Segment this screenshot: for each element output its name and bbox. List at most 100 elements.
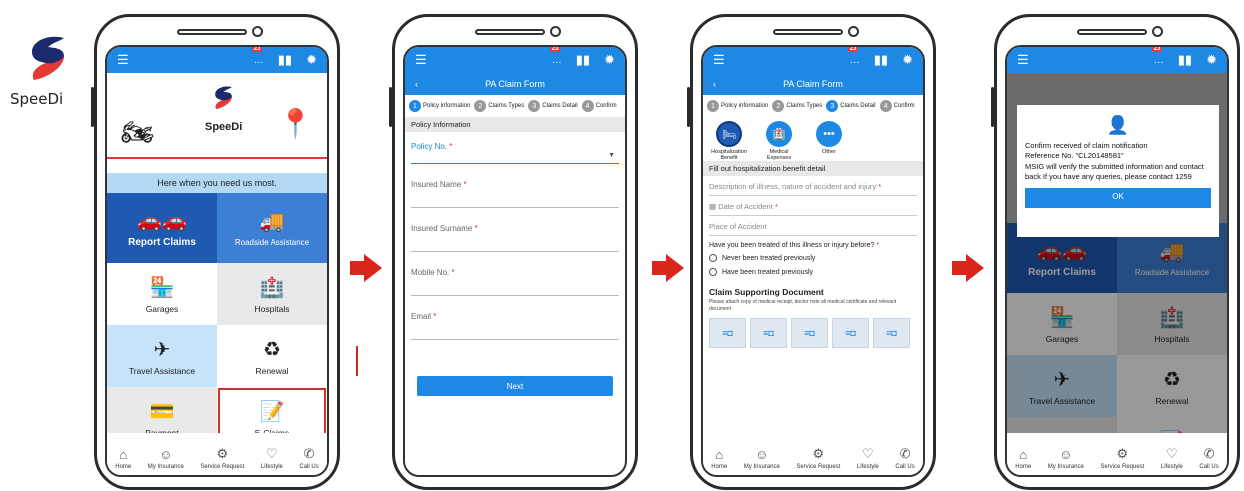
menu-icon[interactable]: ☰: [117, 52, 129, 68]
service-icon: ⚙: [812, 446, 825, 461]
tow-truck-icon: 🚚: [259, 211, 285, 233]
insurance-icon: ☺: [755, 447, 769, 462]
hospitals-button[interactable]: 🏥 Hospitals: [217, 263, 327, 325]
step-confirm: 4 Confirm: [581, 100, 617, 112]
book-icon[interactable]: ▮▮: [576, 52, 590, 68]
chevron-down-icon: ▼: [608, 152, 615, 159]
airplane-icon: ✈: [153, 338, 171, 361]
description-field[interactable]: Description of illness, nature of accide…: [709, 176, 917, 196]
travel-assistance-button[interactable]: ✈ Travel Assistance: [107, 325, 217, 387]
place-of-accident-field[interactable]: Place of Accident: [709, 216, 917, 236]
treatment-question: Have you been treated of this illness or…: [709, 242, 880, 249]
notification-icon[interactable]: … 23: [847, 47, 860, 66]
menu-icon[interactable]: ☰: [1017, 52, 1029, 68]
motorbike-icon: 🏍: [121, 117, 155, 147]
insurance-icon: ☺: [1059, 447, 1073, 462]
book-icon[interactable]: ▮▮: [874, 52, 888, 68]
nav-call-us[interactable]: ✆ Call Us: [299, 446, 318, 470]
garage-icon: 🏪: [1049, 306, 1075, 329]
nav-my-insurance[interactable]: ☺ My Insurance: [148, 447, 184, 470]
phone-notch: [167, 23, 267, 41]
form-header: ‹ PA Claim Form: [405, 73, 625, 95]
calendar-icon: ▦: [709, 202, 717, 211]
stepper: 1 Policy information 2 Claims Types 3 Claim…: [703, 95, 923, 117]
nav-call-us[interactable]: ✆ Call Us: [1199, 446, 1218, 470]
service-icon: ⚙: [216, 446, 229, 461]
form-title: PA Claim Form: [783, 79, 843, 89]
menu-icon[interactable]: ☰: [415, 52, 427, 68]
phone-icon: ✆: [303, 446, 315, 461]
supporting-doc-title: Claim Supporting Document: [709, 287, 824, 297]
gear-icon[interactable]: ✹: [306, 52, 317, 68]
stepper: 1 Policy information 2 Claims Types 3 Claim…: [405, 95, 625, 117]
never-treated-radio[interactable]: Never been treated previously: [703, 251, 923, 265]
camera-icon[interactable]: ≡◘: [709, 318, 746, 348]
gear-icon[interactable]: ✹: [1206, 52, 1217, 68]
nav-service-request[interactable]: ⚙ Service Request: [1100, 446, 1144, 470]
section-header: Fill out hospitalization benefit detail: [703, 161, 923, 176]
nav-home[interactable]: ⌂ Home: [115, 447, 131, 470]
mobile-no-field[interactable]: Mobile No. *: [411, 252, 619, 296]
nav-lifestyle[interactable]: ♡ Lifestyle: [857, 446, 879, 470]
gear-icon[interactable]: ✹: [604, 52, 615, 68]
nav-service-request[interactable]: ⚙ Service Request: [200, 446, 244, 470]
report-claims-button[interactable]: 🚗🚗 Report Claims: [107, 193, 217, 263]
nav-lifestyle[interactable]: ♡ Lifestyle: [1161, 446, 1183, 470]
camera-icon[interactable]: ≡◘: [873, 318, 910, 348]
policy-no-select[interactable]: Policy No. * ▼: [411, 132, 619, 164]
insured-surname-field[interactable]: Insured Surname *: [411, 208, 619, 252]
phone-claim-detail: ☰ … 23 ▮▮ ✹ ‹ PA Claim Form 1 Policy infor…: [687, 14, 936, 490]
garages-button[interactable]: 🏪 Garages: [1007, 293, 1117, 355]
notification-icon[interactable]: … 23: [1151, 47, 1164, 66]
treated-radio[interactable]: Have been treated previously: [703, 265, 923, 279]
camera-icon[interactable]: ≡◘: [832, 318, 869, 348]
nav-service-request[interactable]: ⚙ Service Request: [796, 446, 840, 470]
nav-my-insurance[interactable]: ☺ My Insurance: [1048, 447, 1084, 470]
hero-logo-text: SpeeDi: [205, 121, 243, 133]
book-icon[interactable]: ▮▮: [1178, 52, 1192, 68]
medical-expenses-option[interactable]: 🏥 Medical Expenses: [759, 121, 799, 161]
gear-icon[interactable]: ✹: [902, 52, 913, 68]
speedi-logo-icon: [32, 36, 64, 80]
person-icon: 👤: [1106, 115, 1130, 135]
renewal-button[interactable]: ♻ Renewal: [217, 325, 327, 387]
hero-banner: SpeeDi 🏍 📍: [107, 73, 327, 173]
email-field[interactable]: Email *: [411, 296, 619, 340]
step-confirm: 4 Confirm: [879, 100, 915, 112]
location-pin-icon: 📍: [278, 108, 313, 139]
camera-icon[interactable]: ≡◘: [750, 318, 787, 348]
hospitals-button[interactable]: 🏥 Hospitals: [1117, 293, 1227, 355]
next-button[interactable]: Next: [417, 376, 613, 396]
renewal-icon: ♻: [263, 338, 281, 361]
tow-truck-icon: 🚚: [1159, 241, 1185, 263]
top-bar: ☰ … 23 ▮▮ ✹: [405, 47, 625, 73]
roadside-assistance-button[interactable]: 🚚 Roadside Assistance: [217, 193, 327, 263]
nav-home[interactable]: ⌂ Home: [1015, 447, 1031, 470]
reference-line: Reference No. "CL20148581": [1025, 151, 1124, 161]
card-icon: 💳: [149, 400, 175, 423]
nav-home[interactable]: ⌂ Home: [711, 447, 727, 470]
renewal-button[interactable]: ♻ Renewal: [1117, 355, 1227, 417]
notification-icon[interactable]: … 23: [549, 47, 562, 66]
step-detail: 3 Claims Detail: [826, 100, 876, 112]
phone-notch: [1067, 23, 1167, 41]
camera-icon[interactable]: ≡◘: [791, 318, 828, 348]
claim-type-options: 🛏 Hospitalization Benefit 🏥 Medical Expens…: [703, 117, 923, 161]
insured-name-field[interactable]: Insured Name *: [411, 164, 619, 208]
nav-call-us[interactable]: ✆ Call Us: [895, 446, 914, 470]
nav-lifestyle[interactable]: ♡ Lifestyle: [261, 446, 283, 470]
hospital-icon: 🏥: [259, 276, 285, 299]
form-title: PA Claim Form: [485, 79, 545, 89]
travel-assistance-button[interactable]: ✈ Travel Assistance: [1007, 355, 1117, 417]
book-icon[interactable]: ▮▮: [278, 52, 292, 68]
other-option[interactable]: ••• Other: [809, 121, 849, 161]
step-policy: 1 Policy information: [409, 100, 470, 112]
ok-button[interactable]: OK: [1025, 187, 1211, 208]
top-bar: ☰ … 23 ▮▮ ✹: [1007, 47, 1227, 73]
hospitalization-option[interactable]: 🛏 Hospitalization Benefit: [709, 121, 749, 161]
date-of-accident-field[interactable]: ▦ Date of Accident *: [709, 196, 917, 216]
menu-icon[interactable]: ☰: [713, 52, 725, 68]
notification-icon[interactable]: … 23: [251, 47, 264, 66]
garages-button[interactable]: 🏪 Garages: [107, 263, 217, 325]
nav-my-insurance[interactable]: ☺ My Insurance: [744, 447, 780, 470]
